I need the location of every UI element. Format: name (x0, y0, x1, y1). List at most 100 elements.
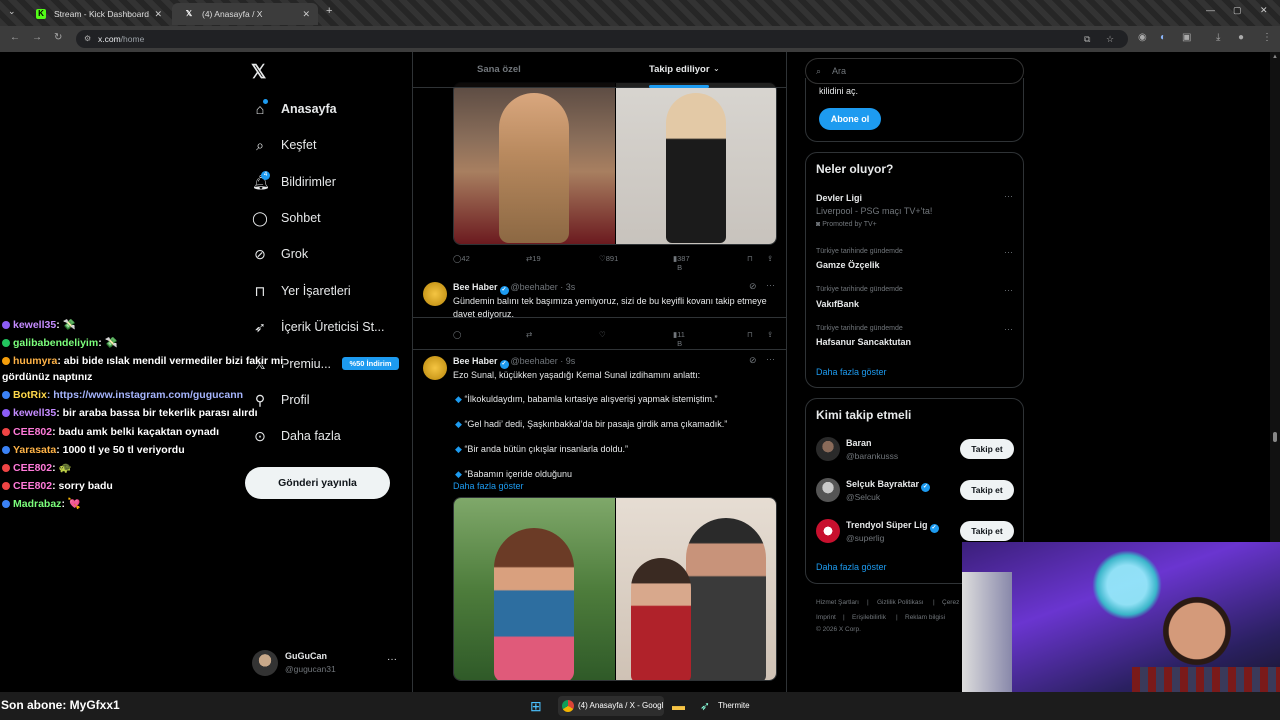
close-tab-icon[interactable]: ✕ (302, 3, 310, 25)
reply-button[interactable]: ◯ (453, 330, 461, 339)
forward-icon[interactable]: → (32, 32, 42, 43)
reply-button[interactable]: ◯ 42 (453, 254, 470, 263)
download-icon[interactable]: ⤓ (1216, 32, 1220, 43)
footer-link[interactable]: Reklam bilgisi (905, 614, 945, 621)
like-button[interactable]: ♡ 891 (599, 254, 618, 263)
chat-text: : 💘 (61, 498, 81, 510)
chat-username[interactable]: huumyra (13, 355, 57, 367)
maximize-icon[interactable]: ▢ (1233, 5, 1242, 16)
share-icon[interactable]: ⇪ (767, 254, 773, 263)
sidebar-item-label: Grok (281, 247, 309, 261)
tab-search-icon[interactable]: ⌄ (8, 6, 16, 17)
more-dots-icon[interactable]: ··· (1004, 247, 1013, 257)
chat-username[interactable]: BotRix (13, 389, 47, 401)
windows-start-icon[interactable]: ⊞ (530, 696, 542, 716)
avatar (423, 282, 447, 306)
footer-link[interactable]: Çerez (942, 599, 959, 606)
install-icon[interactable]: ⧉ (1084, 30, 1090, 48)
chat-username[interactable]: galibabendeliyim (13, 337, 98, 349)
share-icon[interactable]: ⇪ (767, 330, 773, 339)
scroll-up-icon[interactable]: ▲ (1272, 54, 1278, 60)
sidebar-item-profile[interactable]: ⚲ Profil (252, 389, 310, 411)
close-tab-icon[interactable]: ✕ (154, 3, 162, 25)
chevron-down-icon[interactable]: ⌄ (713, 64, 720, 73)
trends-title: Neler oluyor? (816, 162, 894, 176)
sidebar-item-creator-studio[interactable]: ➶ İçerik Üreticisi St... (252, 316, 384, 338)
chat-message: kewell35: bir araba bassa bir tekerlik p… (2, 406, 258, 420)
notification-badge: 4 (261, 171, 270, 180)
sidebar-item-home[interactable]: ⌂ Anasayfa (252, 98, 337, 120)
menu-icon[interactable]: ⋮ (1262, 32, 1272, 43)
like-button[interactable]: ♡ (599, 330, 606, 339)
tab-following[interactable]: Takip ediliyor (649, 52, 710, 88)
sidebar-item-notifications[interactable]: 🔔︎ 4 Bildirimler (252, 171, 336, 193)
sidebar-item-grok[interactable]: ⊘ Grok (252, 243, 308, 265)
tweet[interactable]: Bee Haber ✓ @beehaber · 3s ⊘ ··· Gündemin … (413, 274, 786, 350)
views-button[interactable]: ▮ 11 B (673, 330, 685, 348)
extension-icon[interactable]: ◉ (1138, 32, 1147, 43)
close-window-icon[interactable]: ✕ (1260, 5, 1268, 16)
tweet-image[interactable] (453, 497, 777, 681)
tweet[interactable]: Bee Haber ✓ @beehaber · 9s ⊘ ··· Ezo Sunal… (413, 350, 786, 692)
follow-button[interactable]: Takip et (960, 439, 1014, 459)
sidebar-item-bookmarks[interactable]: ⊓ Yer İşaretleri (252, 280, 351, 302)
follow-button[interactable]: Takip et (960, 521, 1014, 541)
more-dots-icon[interactable]: ··· (766, 280, 775, 290)
star-icon[interactable]: ☆ (1106, 30, 1114, 48)
more-dots-icon[interactable]: ··· (387, 654, 397, 665)
more-dots-icon[interactable]: ··· (1004, 191, 1013, 201)
chat-username[interactable]: kewell35 (13, 407, 56, 419)
tab-x[interactable]: 𝕏 (4) Anasayfa / X ✕ (172, 3, 318, 25)
post-button[interactable]: Gönderi yayınla (245, 467, 390, 499)
folder-icon[interactable]: ▬ (672, 696, 685, 716)
footer-link[interactable]: Hizmet Şartları (816, 599, 859, 606)
chat-username[interactable]: CEE802 (13, 480, 52, 492)
chat-username[interactable]: CEE802 (13, 426, 52, 438)
show-more-link[interactable]: Daha fazla göster (453, 481, 524, 491)
x-logo-icon[interactable]: 𝕏 (251, 61, 266, 84)
taskbar-thermite[interactable]: ➶ Thermite (698, 696, 750, 716)
sidebar-item-chat[interactable]: ◯ Sohbet (252, 207, 320, 229)
taskbar-chrome[interactable]: (4) Anasayfa / X - Googl (558, 696, 664, 716)
tab-for-you[interactable]: Sana özel (477, 52, 521, 88)
account-switcher[interactable]: GuGuCan @gugucan31 ··· (252, 648, 402, 678)
bookmark-icon[interactable]: ⊓ (747, 330, 753, 339)
footer-link[interactable]: Erişilebilirlik (852, 614, 886, 621)
site-info-icon[interactable]: ⚙ (84, 30, 91, 48)
photo-figure (494, 528, 574, 680)
bullet-item: ◆ “İlkokuldaydım, babamla kırtasiye alış… (455, 394, 718, 404)
reload-icon[interactable]: ↻ (54, 32, 62, 43)
minimize-icon[interactable]: — (1206, 5, 1215, 15)
subscribe-button[interactable]: Abone ol (819, 108, 881, 130)
more-dots-icon[interactable]: ··· (1004, 285, 1013, 295)
repost-button[interactable]: ⇄ (526, 330, 532, 339)
more-dots-icon[interactable]: ··· (766, 354, 775, 364)
views-button[interactable]: ▮ 387 B (673, 254, 690, 272)
tweet-image[interactable] (453, 82, 777, 245)
chat-username[interactable]: Yarasata (13, 444, 56, 456)
profile-avatar-icon[interactable]: ● (1238, 32, 1244, 43)
tab-kick[interactable]: K Stream - Kick Dashboard ✕ (24, 3, 170, 25)
copyright: © 2026 X Corp. (816, 626, 861, 633)
sidebar-item-explore[interactable]: ⌕ Keşfet (252, 134, 316, 156)
extension-icon[interactable]: ◐ (1160, 32, 1166, 43)
chat-username[interactable]: Madrabaz (13, 498, 61, 510)
url-field[interactable]: ⚙ x.com/home ⧉ ☆ (76, 30, 1128, 48)
chat-username[interactable]: kewell35 (13, 319, 56, 331)
show-more-link[interactable]: Daha fazla göster (816, 562, 887, 572)
footer-link[interactable]: Gizlilik Politikası (877, 599, 924, 606)
scrollbar-thumb[interactable] (1273, 432, 1277, 442)
grok-icon[interactable]: ⊘ (749, 355, 757, 366)
back-icon[interactable]: ← (10, 32, 20, 43)
extension-icon[interactable]: ▣ (1182, 32, 1191, 43)
footer-link[interactable]: Imprint (816, 614, 836, 621)
follow-button[interactable]: Takip et (960, 480, 1014, 500)
grok-icon[interactable]: ⊘ (749, 281, 757, 292)
repost-button[interactable]: ⇄ 19 (526, 254, 541, 263)
chat-username[interactable]: CEE802 (13, 462, 52, 474)
more-dots-icon[interactable]: ··· (1004, 324, 1013, 334)
show-more-link[interactable]: Daha fazla göster (816, 367, 887, 377)
new-tab-icon[interactable]: + (326, 5, 332, 17)
bookmark-icon[interactable]: ⊓ (747, 254, 753, 263)
sidebar-item-more[interactable]: ⊙ Daha fazla (252, 425, 341, 447)
